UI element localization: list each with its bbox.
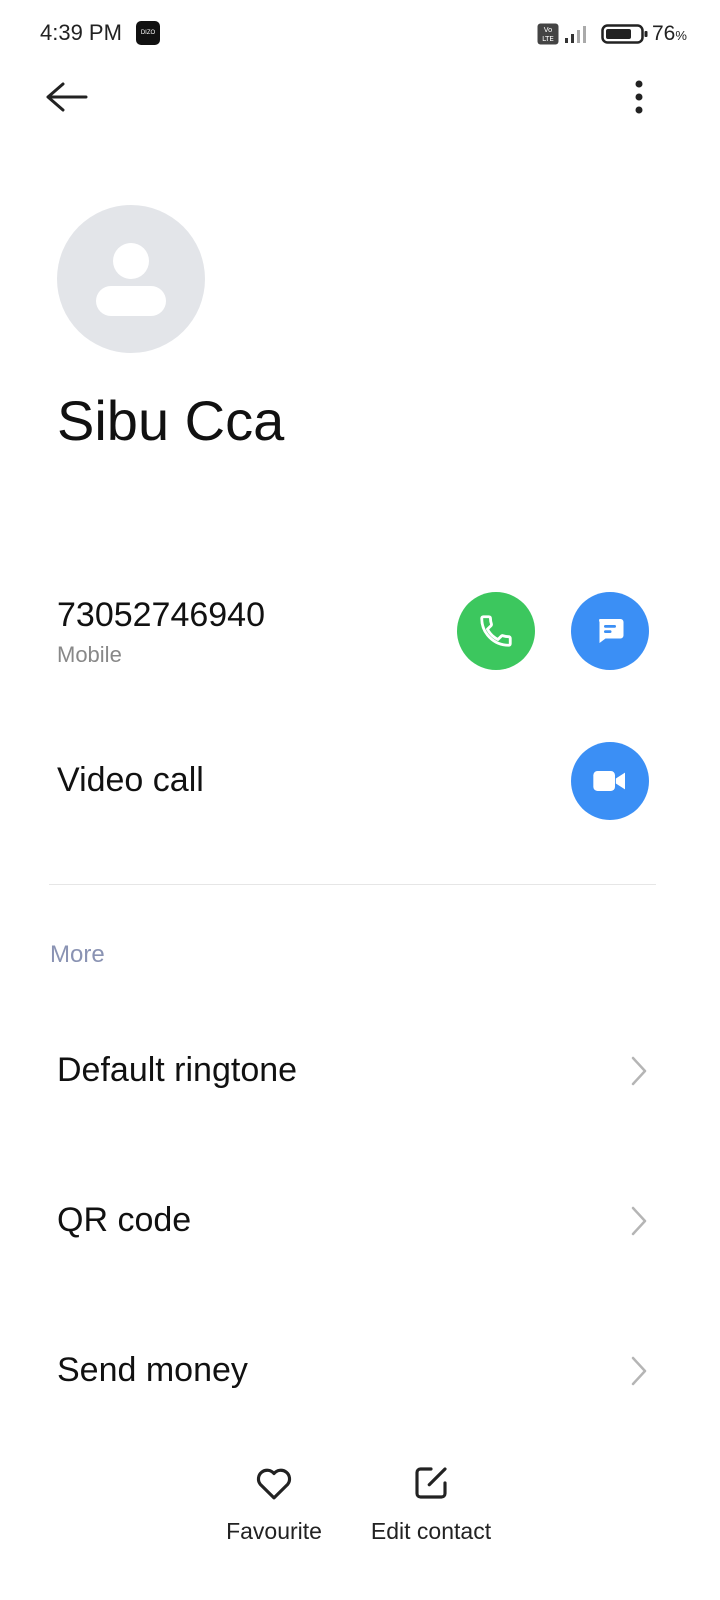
favourite-button[interactable]: Favourite <box>214 1462 334 1545</box>
status-time: 4:39 PM <box>40 20 122 45</box>
call-button[interactable] <box>457 592 535 670</box>
video-camera-icon <box>593 771 625 791</box>
more-section-header: More <box>50 941 105 968</box>
svg-text:LTE: LTE <box>542 35 554 43</box>
message-button[interactable] <box>571 592 649 670</box>
signal-icon <box>565 26 586 43</box>
status-bar: 4:39 PM DIZO Vo LTE 76% <box>0 0 720 68</box>
divider <box>49 884 656 885</box>
dizo-app-icon: DIZO <box>136 21 160 45</box>
row-label: Default ringtone <box>57 1051 298 1089</box>
row-label: QR code <box>57 1201 192 1239</box>
edit-contact-button[interactable]: Edit contact <box>361 1462 501 1545</box>
person-placeholder-icon <box>96 243 166 316</box>
phone-number: 73052746940 <box>57 596 266 634</box>
send-money-row[interactable]: Send money <box>0 1331 720 1411</box>
svg-text:Vo: Vo <box>544 26 553 34</box>
contact-name: Sibu Cca <box>57 389 285 452</box>
phone-icon <box>480 615 512 647</box>
phone-type-label: Mobile <box>57 642 122 667</box>
message-icon <box>599 619 624 643</box>
video-call-label[interactable]: Video call <box>57 761 204 800</box>
chevron-right-icon <box>631 1056 647 1086</box>
battery-percentage: 76% <box>652 22 687 45</box>
favourite-label: Favourite <box>226 1518 322 1544</box>
chevron-right-icon <box>631 1356 647 1386</box>
more-options-button[interactable] <box>620 72 660 122</box>
qr-code-row[interactable]: QR code <box>0 1181 720 1261</box>
edit-contact-label: Edit contact <box>370 1518 492 1544</box>
row-label: Send money <box>57 1351 248 1389</box>
volte-icon: Vo LTE <box>537 23 559 45</box>
more-vertical-icon <box>635 80 643 114</box>
video-call-button[interactable] <box>571 742 649 820</box>
avatar <box>57 205 205 353</box>
edit-icon <box>415 1467 447 1499</box>
battery-icon <box>601 24 648 44</box>
back-button[interactable] <box>38 72 94 122</box>
default-ringtone-row[interactable]: Default ringtone <box>0 1031 720 1111</box>
arrow-left-icon <box>46 82 88 112</box>
heart-icon <box>256 1468 292 1500</box>
chevron-right-icon <box>631 1206 647 1236</box>
